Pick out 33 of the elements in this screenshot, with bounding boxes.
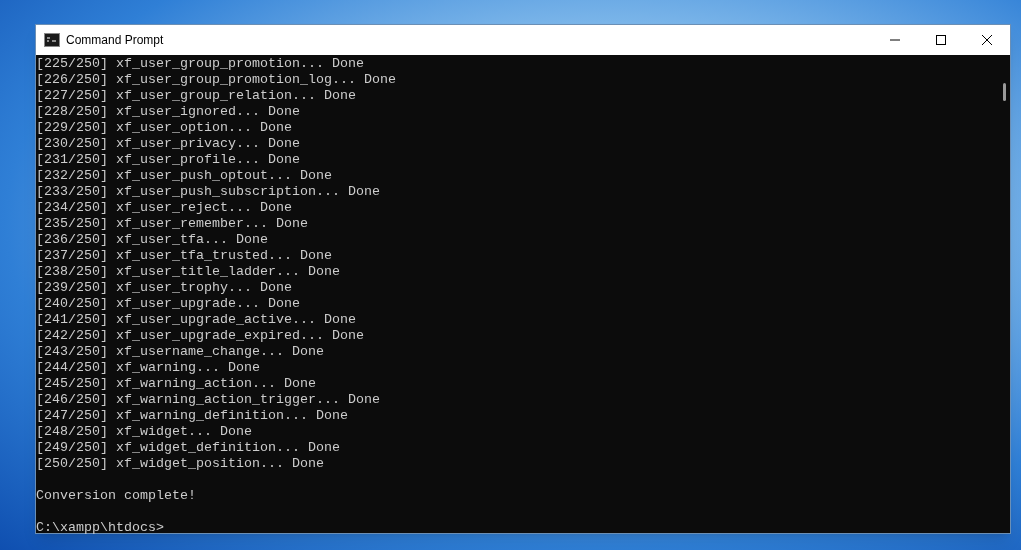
output-line: [250/250] xf_widget_position... Done [36,456,324,472]
output-line: [235/250] xf_user_remember... Done [36,216,308,232]
output-line: [242/250] xf_user_upgrade_expired... Done [36,328,364,344]
maximize-icon [936,35,946,45]
output-line: [236/250] xf_user_tfa... Done [36,232,268,248]
output-line: [226/250] xf_user_group_promotion_log... Done [36,72,396,88]
output-line: [240/250] xf_user_upgrade... Done [36,296,300,312]
output-line: [232/250] xf_user_push_optout... Done [36,168,332,184]
output-line: [239/250] xf_user_trophy... Done [36,280,292,296]
output-line: [234/250] xf_user_reject... Done [36,200,292,216]
output-line: [241/250] xf_user_upgrade_active... Done [36,312,356,328]
output-line: [229/250] xf_user_option... Done [36,120,292,136]
close-icon [982,35,992,45]
output-line: [230/250] xf_user_privacy... Done [36,136,300,152]
output-line: [227/250] xf_user_group_relation... Done [36,88,356,104]
scrollbar-thumb[interactable] [1002,83,1006,101]
output-line: [233/250] xf_user_push_subscription... Done [36,184,380,200]
output-line: [231/250] xf_user_profile... Done [36,152,300,168]
output-line: [246/250] xf_warning_action_trigger... Done [36,392,380,408]
output-line: [238/250] xf_user_title_ladder... Done [36,264,340,280]
output-line: [237/250] xf_user_tfa_trusted... Done [36,248,332,264]
output-line: [245/250] xf_warning_action... Done [36,376,316,392]
output-line: [248/250] xf_widget... Done [36,424,252,440]
output-line: [249/250] xf_widget_definition... Done [36,440,340,456]
output-line: [228/250] xf_user_ignored... Done [36,104,300,120]
completion-message: Conversion complete! [36,488,196,504]
terminal-icon [44,33,60,47]
output-line: [247/250] xf_warning_definition... Done [36,408,348,424]
window-title: Command Prompt [66,32,164,49]
output-line: [225/250] xf_user_group_promotion... Done [36,56,364,72]
output-line: [243/250] xf_username_change... Done [36,344,324,360]
output-line: [244/250] xf_warning... Done [36,360,260,376]
command-prompt-line: C:\xampp\htdocs> [36,520,164,536]
